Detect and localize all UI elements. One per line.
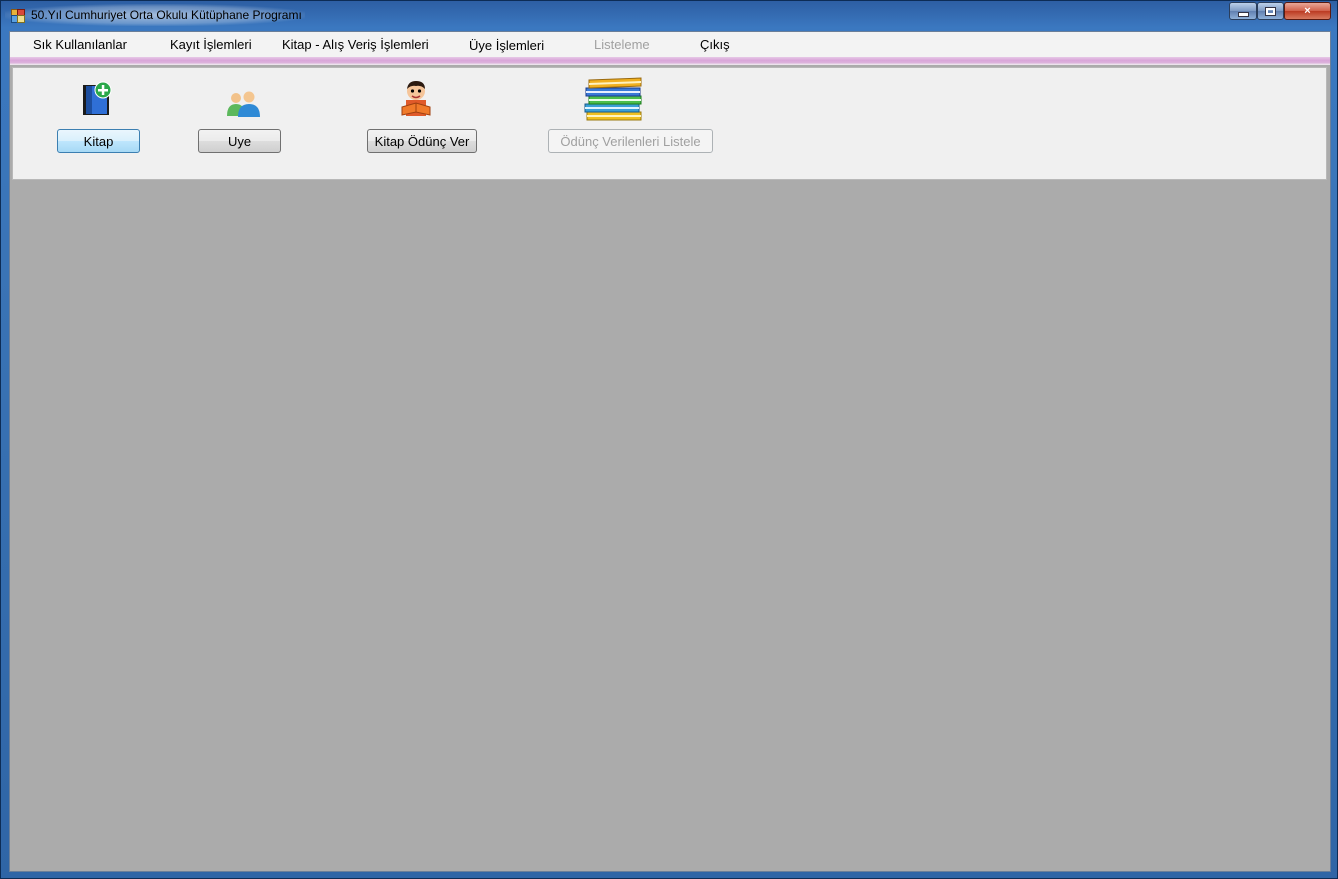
main-window: 50.Yıl Cumhuriyet Orta Okulu Kütüphane P…: [0, 0, 1338, 879]
kitap-button[interactable]: Kitap: [57, 129, 140, 153]
minimize-button[interactable]: [1229, 2, 1257, 20]
users-icon: [227, 91, 260, 117]
kitap-button-label: Kitap: [83, 133, 114, 149]
window-title: 50.Yıl Cumhuriyet Orta Okulu Kütüphane P…: [31, 8, 302, 22]
kitap-odunc-ver-button[interactable]: Kitap Ödünç Ver: [367, 129, 477, 153]
minimize-icon: [1237, 11, 1249, 17]
app-form-icon[interactable]: [11, 9, 25, 23]
menu-uye-islemleri[interactable]: Üye İşlemleri: [469, 38, 544, 53]
maximize-icon: [1265, 6, 1276, 16]
uye-button[interactable]: Uye: [198, 129, 281, 153]
close-button[interactable]: ×: [1284, 2, 1331, 20]
menu-kitap-alis-veris[interactable]: Kitap - Alış Veriş İşlemleri: [282, 37, 429, 52]
title-bar[interactable]: 50.Yıl Cumhuriyet Orta Okulu Kütüphane P…: [1, 1, 1337, 31]
menu-sik-kullanilanlar[interactable]: Sık Kullanılanlar: [33, 37, 127, 52]
book-stack-icon: [584, 77, 642, 121]
menu-separator-strip: [10, 57, 1330, 65]
add-book-icon: [83, 81, 112, 115]
kitap-odunc-ver-button-label: Kitap Ödünç Ver: [374, 133, 470, 149]
close-icon: ×: [1304, 5, 1311, 17]
quick-access-panel: Kitap Uye Kitap Ödünç Ver Ödünç Verilenl…: [12, 67, 1327, 180]
uye-button-label: Uye: [227, 133, 252, 149]
menu-listeleme: Listeleme: [594, 37, 650, 52]
reader-boy-icon: [401, 81, 431, 116]
mdi-workspace[interactable]: [10, 180, 1330, 871]
client-area: Sık Kullanılanlar Kayıt İşlemleri Kitap …: [9, 31, 1331, 872]
maximize-button[interactable]: [1257, 2, 1284, 20]
odunc-verilenleri-listele-button-label: Ödünç Verilenleri Listele: [560, 133, 701, 149]
odunc-verilenleri-listele-button: Ödünç Verilenleri Listele: [548, 129, 713, 153]
menu-cikis[interactable]: Çıkış: [700, 37, 730, 52]
menu-kayit-islemleri[interactable]: Kayıt İşlemleri: [170, 37, 252, 52]
menu-bar: Sık Kullanılanlar Kayıt İşlemleri Kitap …: [10, 32, 1330, 57]
